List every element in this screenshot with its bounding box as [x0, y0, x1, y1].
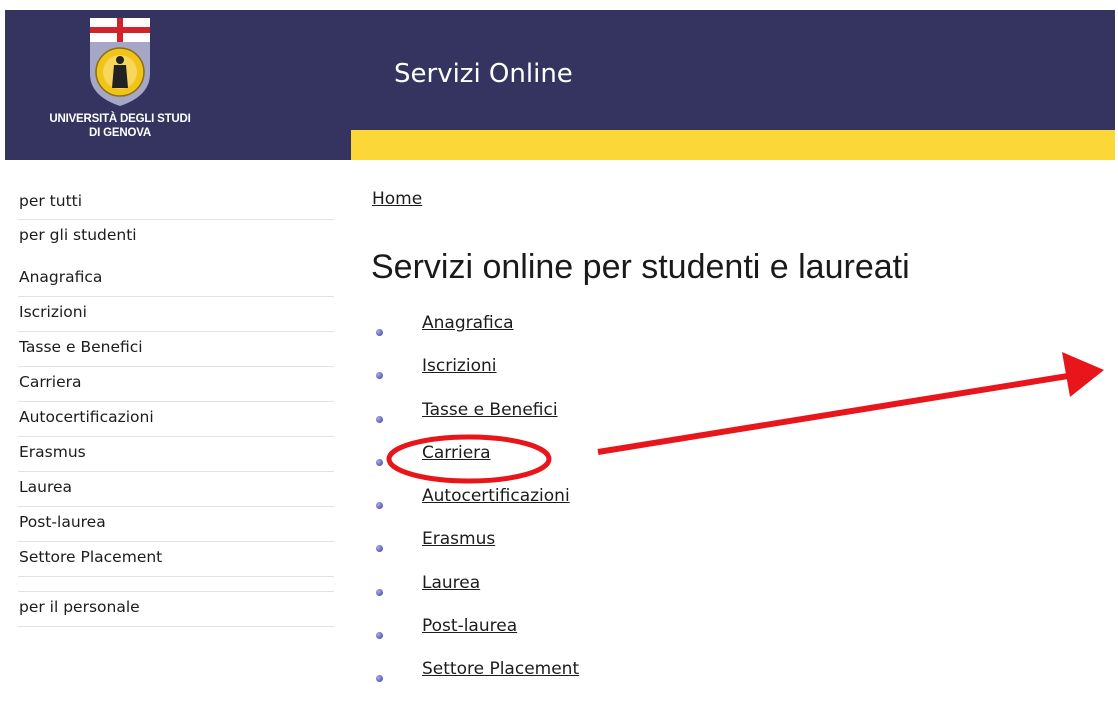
bullet-icon	[376, 632, 383, 640]
link-iscrizioni[interactable]: Iscrizioni	[422, 356, 496, 376]
link-anagrafica[interactable]: Anagrafica	[422, 313, 514, 333]
bullet-icon	[376, 329, 383, 336]
bullet-icon	[376, 675, 383, 683]
crest-icon	[90, 18, 150, 106]
sidebar-section-per-gli-studenti[interactable]: per gli studenti	[18, 220, 334, 255]
link-post-laurea[interactable]: Post-laurea	[422, 616, 517, 636]
link-autocertificazioni[interactable]: Autocertificazioni	[422, 486, 570, 506]
header-title: Servizi Online	[394, 59, 573, 89]
annotation-arrow-line	[597, 373, 1069, 455]
breadcrumb-home-link[interactable]: Home	[372, 189, 422, 209]
link-settore-placement[interactable]: Settore Placement	[422, 659, 579, 679]
university-logo[interactable]: UNIVERSITÀ DEGLI STUDI DI GENOVA	[5, 10, 235, 160]
sidebar-item-anagrafica[interactable]: Anagrafica	[18, 262, 334, 297]
sidebar-item-iscrizioni[interactable]: Iscrizioni	[18, 297, 334, 332]
bullet-icon	[376, 415, 383, 423]
sidebar-item-erasmus[interactable]: Erasmus	[18, 437, 334, 472]
link-erasmus[interactable]: Erasmus	[422, 529, 495, 549]
sidebar-item-autocertificazioni[interactable]: Autocertificazioni	[18, 402, 334, 437]
sidebar-divider	[18, 577, 334, 592]
sidebar-item-post-laurea[interactable]: Post-laurea	[18, 507, 334, 542]
sidebar-item-settore-placement[interactable]: Settore Placement	[18, 542, 334, 577]
bullet-icon	[376, 502, 383, 510]
bullet-icon	[376, 545, 383, 553]
sidebar-section-per-il-personale[interactable]: per il personale	[18, 592, 334, 627]
bullet-icon	[376, 458, 383, 466]
sidebar-nav: per tutti per gli studenti Anagrafica Is…	[18, 186, 334, 627]
university-name-line1: UNIVERSITÀ DEGLI STUDI	[49, 113, 191, 125]
sidebar-section-per-tutti[interactable]: per tutti	[18, 186, 334, 220]
link-laurea[interactable]: Laurea	[422, 573, 480, 593]
page-title: Servizi online per studenti e laureati	[371, 248, 910, 286]
link-carriera[interactable]: Carriera	[422, 443, 491, 463]
bullet-icon	[376, 372, 383, 380]
header-accent-bar	[351, 130, 1115, 160]
bullet-icon	[376, 588, 383, 596]
university-name-line2: DI GENOVA	[89, 127, 151, 139]
link-tasse-e-benefici[interactable]: Tasse e Benefici	[422, 400, 558, 420]
sidebar-item-tasse-e-benefici[interactable]: Tasse e Benefici	[18, 332, 334, 367]
site-header: UNIVERSITÀ DEGLI STUDI DI GENOVA Servizi…	[5, 10, 1115, 160]
arrow-head-icon	[1062, 352, 1104, 397]
sidebar-item-carriera[interactable]: Carriera	[18, 367, 334, 402]
sidebar-item-laurea[interactable]: Laurea	[18, 472, 334, 507]
